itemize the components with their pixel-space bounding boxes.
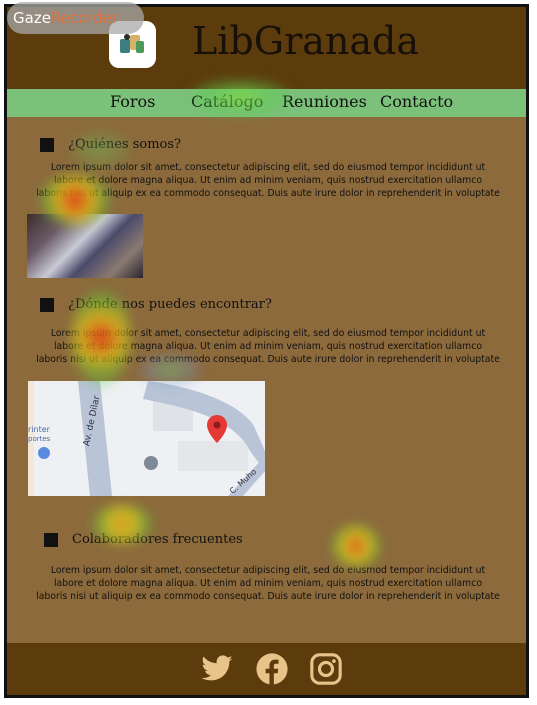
- text-line: laboris nisi ut aliquip ex ea commodo co…: [36, 354, 500, 365]
- text-line: Lorem ipsum dolor sit amet, consectetur …: [50, 565, 486, 576]
- nav-catalogo[interactable]: Catálogo: [191, 92, 263, 111]
- twitter-icon[interactable]: [200, 652, 234, 686]
- instagram-icon[interactable]: [309, 652, 343, 686]
- site-footer: [7, 643, 526, 695]
- section-title: Colaboradores frecuentes: [72, 532, 243, 547]
- nav-foros[interactable]: Foros: [110, 92, 155, 111]
- section-text-donde: Lorem ipsum dolor sit amet, consectetur …: [17, 327, 519, 366]
- site-title: LibGranada: [192, 19, 419, 63]
- location-map[interactable]: Av. de Dílar C. Muho rinter portes: [28, 381, 265, 496]
- gazerecorder-watermark: GazeRecorder: [7, 2, 144, 34]
- page-frame: LibGranada Foros Catálogo Reuniones Cont…: [4, 4, 529, 698]
- book-icon: [120, 34, 144, 53]
- text-line: labore et dolore magna aliqua. Ut enim a…: [53, 175, 483, 186]
- group-photo: [27, 214, 143, 278]
- text-line: laboris nisi ut aliquip ex ea commodo co…: [36, 591, 500, 602]
- section-text-colaboradores: Lorem ipsum dolor sit amet, consectetur …: [17, 564, 519, 603]
- bullet-square: [44, 532, 58, 547]
- poi-label: portes: [28, 435, 51, 443]
- bullet-square: [40, 297, 54, 312]
- section-heading-donde: ¿Dónde nos puedes encontrar?: [40, 297, 272, 312]
- section-title: ¿Quiénes somos?: [68, 137, 182, 152]
- poi-label: rinter: [28, 425, 50, 434]
- bullet-square: [40, 137, 54, 152]
- main-nav: Foros Catálogo Reuniones Contacto: [7, 89, 526, 117]
- text-line: labore et dolore magna aliqua. Ut enim a…: [53, 578, 483, 589]
- map-graphic: [28, 381, 265, 496]
- nav-reuniones[interactable]: Reuniones: [282, 92, 367, 111]
- text-line: laboris nisi ut aliquip ex ea commodo co…: [36, 188, 500, 199]
- text-line: Lorem ipsum dolor sit amet, consectetur …: [50, 162, 486, 173]
- section-text-quienes: Lorem ipsum dolor sit amet, consectetur …: [17, 161, 519, 200]
- text-line: Lorem ipsum dolor sit amet, consectetur …: [50, 328, 486, 339]
- facebook-icon[interactable]: [255, 652, 289, 686]
- section-title: ¿Dónde nos puedes encontrar?: [68, 297, 272, 312]
- section-heading-quienes: ¿Quiénes somos?: [40, 137, 181, 152]
- text-line: labore et dolore magna aliqua. Ut enim a…: [53, 341, 483, 352]
- nav-contacto[interactable]: Contacto: [380, 92, 453, 111]
- section-heading-colaboradores: Colaboradores frecuentes: [44, 532, 243, 547]
